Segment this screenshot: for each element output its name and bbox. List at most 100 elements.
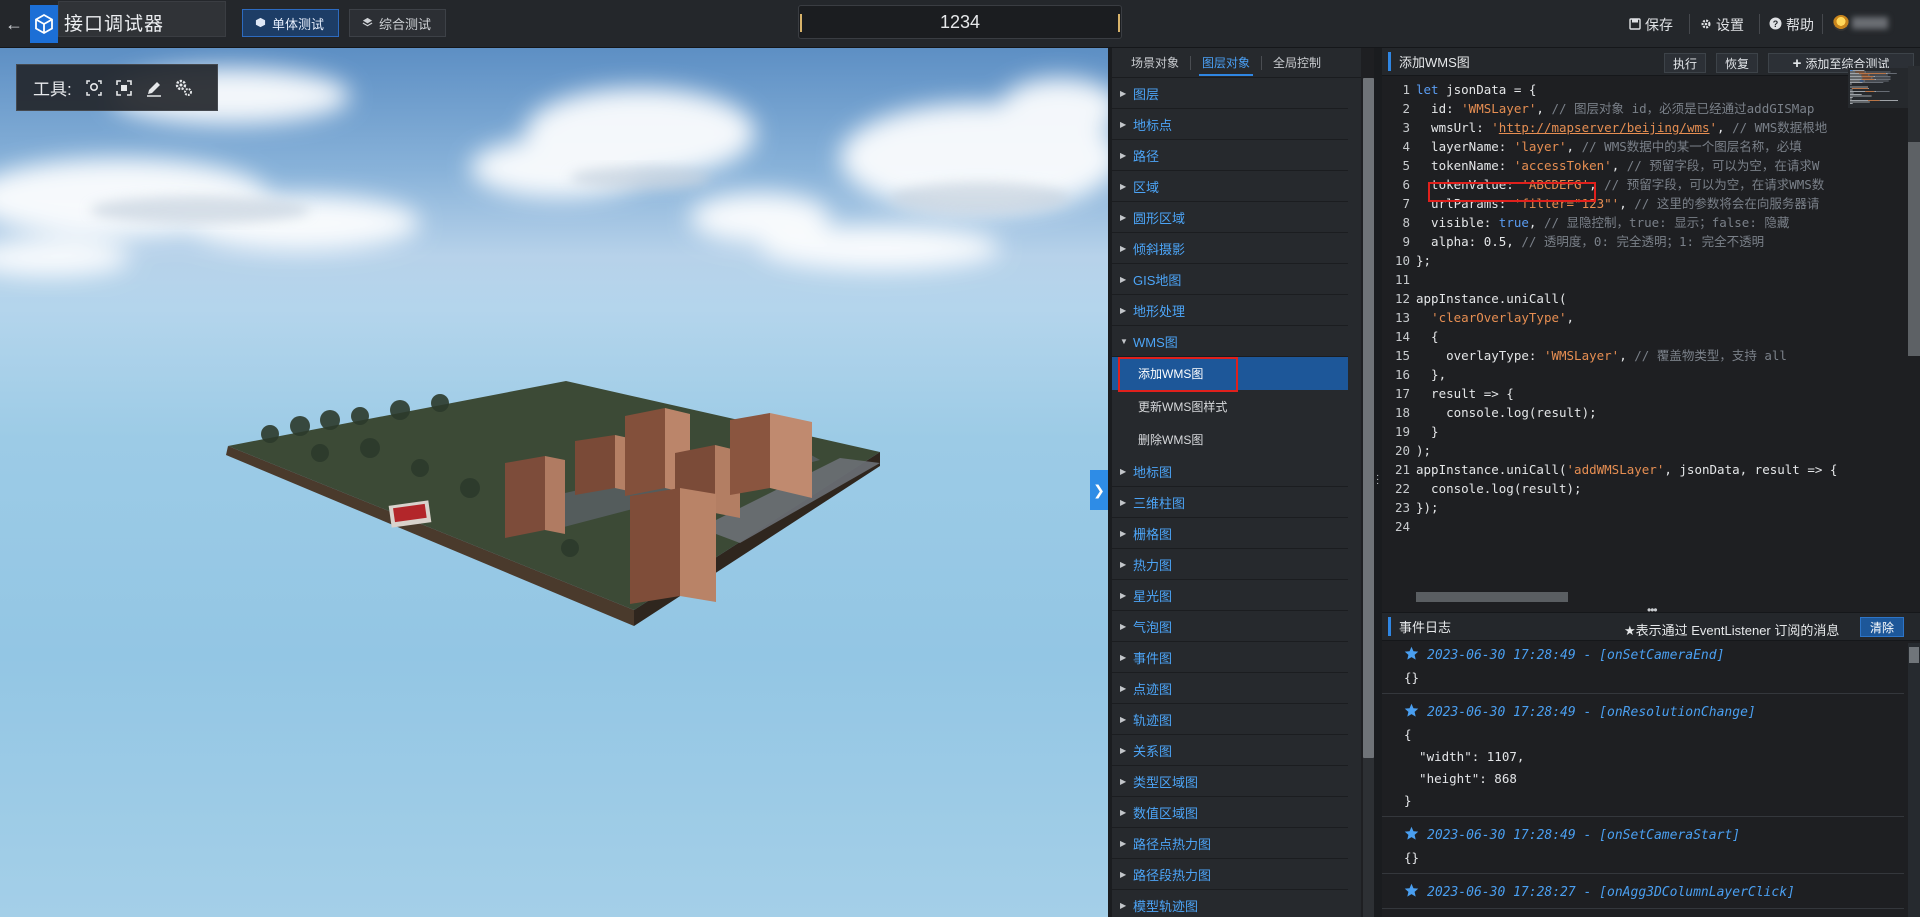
user-avatar[interactable] bbox=[1833, 15, 1849, 31]
minimap-mark bbox=[1850, 77, 1863, 79]
settings-gear-icon[interactable] bbox=[174, 78, 194, 98]
code-horizontal-scrollbar[interactable] bbox=[1416, 592, 1568, 602]
tree-item[interactable]: ▶ 图层 bbox=[1112, 78, 1348, 109]
minimap-mark bbox=[1850, 100, 1868, 101]
code-line[interactable]: 1 let jsonData = { bbox=[1382, 80, 1852, 99]
minimap-mark bbox=[1850, 73, 1859, 74]
caret-right-icon: ▶ bbox=[1120, 466, 1127, 476]
code-line[interactable]: 4 layerName: 'layer', // WMS数据中的某一个图层名称，… bbox=[1382, 137, 1852, 156]
clear-log-button[interactable]: 清除 bbox=[1860, 617, 1904, 637]
tree-item[interactable]: ▶ 路径 bbox=[1112, 140, 1348, 171]
tree-scrollbar-thumb[interactable] bbox=[1363, 78, 1374, 758]
code-line[interactable]: 24 bbox=[1382, 517, 1852, 536]
tree-item[interactable]: ▶ 地标点 bbox=[1112, 109, 1348, 140]
code-text: result => { bbox=[1416, 384, 1514, 403]
tree-item[interactable]: ▶ 事件图 bbox=[1112, 642, 1348, 673]
tree-item[interactable]: ▶ 路径段热力图 bbox=[1112, 859, 1348, 890]
tree-item[interactable]: ▶ 点迹图 bbox=[1112, 673, 1348, 704]
star-icon bbox=[1404, 826, 1419, 845]
tree-item[interactable]: ▶ 三维柱图 bbox=[1112, 487, 1348, 518]
tree-item-wms[interactable]: ▼ WMS图 bbox=[1112, 326, 1348, 357]
tab-scene-objects[interactable]: 场景对象 bbox=[1120, 48, 1190, 78]
restore-button[interactable]: 恢复 bbox=[1716, 53, 1758, 73]
collapse-panel-chevron-icon[interactable]: ❯ bbox=[1090, 470, 1108, 510]
code-line[interactable]: 16 }, bbox=[1382, 365, 1852, 384]
tree-item[interactable]: ▶ 轨迹图 bbox=[1112, 704, 1348, 735]
caret-right-icon: ▶ bbox=[1120, 274, 1127, 284]
tree-sub-delete-wms[interactable]: 删除WMS图 bbox=[1112, 423, 1348, 456]
locate-icon[interactable] bbox=[84, 78, 104, 98]
back-arrow-icon[interactable]: ← bbox=[0, 0, 28, 48]
code-line[interactable]: 23}); bbox=[1382, 498, 1852, 517]
log-entry[interactable]: 2023-06-30 17:28:49 - [onSetCameraStart]… bbox=[1382, 823, 1904, 874]
app-title: 接口调试器 bbox=[64, 14, 165, 35]
tree-item[interactable]: ▶ 数值区域图 bbox=[1112, 797, 1348, 828]
code-token: // WMS数据中的某一个图层名称，必填 bbox=[1581, 139, 1802, 154]
code-line[interactable]: 11 bbox=[1382, 270, 1852, 289]
tree-item[interactable]: ▶ 气泡图 bbox=[1112, 611, 1348, 642]
code-line[interactable]: 21 appInstance.uniCall('addWMSLayer', jso… bbox=[1382, 460, 1852, 479]
tree-item[interactable]: ▶ 热力图 bbox=[1112, 549, 1348, 580]
code-line[interactable]: 19 } bbox=[1382, 422, 1852, 441]
code-minimap[interactable] bbox=[1848, 68, 1908, 108]
code-token: id: bbox=[1416, 101, 1462, 116]
code-line[interactable]: 14 { bbox=[1382, 327, 1852, 346]
code-line[interactable]: 2 id: 'WMSLayer', // 图层对象 id，必须是已经通过addG… bbox=[1382, 99, 1852, 118]
single-test-button[interactable]: 单体测试 bbox=[242, 9, 339, 37]
pen-icon[interactable] bbox=[144, 78, 164, 98]
code-line[interactable]: 17 result => { bbox=[1382, 384, 1852, 403]
log-entry[interactable]: 2023-06-30 17:28:49 - [onResolutionChang… bbox=[1382, 700, 1904, 817]
help-icon: ? bbox=[1769, 17, 1782, 33]
code-editor[interactable]: 1 let jsonData = {2 id: 'WMSLayer', // 图层… bbox=[1382, 78, 1920, 612]
tab-layer-objects[interactable]: 图层对象 bbox=[1191, 48, 1261, 78]
log-scrollbar[interactable] bbox=[1908, 643, 1920, 917]
tree-item[interactable]: ▶ 地标图 bbox=[1112, 456, 1348, 487]
frame-select-icon[interactable] bbox=[114, 78, 134, 98]
tree-item[interactable]: ▶ 星光图 bbox=[1112, 580, 1348, 611]
code-line[interactable]: 12 appInstance.uniCall( bbox=[1382, 289, 1852, 308]
line-number: 20 bbox=[1394, 443, 1410, 458]
tree-sub-update-wms[interactable]: 更新WMS图样式 bbox=[1112, 390, 1348, 423]
code-line[interactable]: 13 'clearOverlayType', bbox=[1382, 308, 1852, 327]
code-line[interactable]: 10}; bbox=[1382, 251, 1852, 270]
3d-viewport[interactable]: 工具: ❯ bbox=[0, 48, 1108, 917]
caret-right-icon: ▶ bbox=[1120, 559, 1127, 569]
tree-item[interactable]: ▶ GIS地图 bbox=[1112, 264, 1348, 295]
caret-right-icon: ▶ bbox=[1120, 305, 1127, 315]
tree-item[interactable]: ▶ 模型轨迹图 bbox=[1112, 890, 1348, 917]
help-button[interactable]: ? 帮助 bbox=[1769, 15, 1814, 35]
code-line[interactable]: 15 overlayType: 'WMSLayer', // 覆盖物类型，支持 … bbox=[1382, 346, 1852, 365]
code-line[interactable]: 5 tokenName: 'accessToken', // 预留字段，可以为空… bbox=[1382, 156, 1852, 175]
tree-item[interactable]: ▶ 区域 bbox=[1112, 171, 1348, 202]
tree-item-label: 圆形区域 bbox=[1133, 210, 1186, 226]
log-scrollbar-thumb[interactable] bbox=[1909, 647, 1919, 663]
log-entry[interactable]: 2023-06-30 17:28:27 - [onAgg3DColumnLaye… bbox=[1382, 880, 1904, 909]
tree-item[interactable]: ▶ 圆形区域 bbox=[1112, 202, 1348, 233]
code-line[interactable]: 22 console.log(result); bbox=[1382, 479, 1852, 498]
code-line[interactable]: 3 wmsUrl: 'http://mapserver/beijing/wms'… bbox=[1382, 118, 1852, 137]
run-button[interactable]: 执行 bbox=[1664, 53, 1706, 73]
scene-title-input[interactable]: 1234 bbox=[798, 5, 1122, 39]
code-scrollbar-thumb[interactable] bbox=[1908, 142, 1920, 356]
tree-item[interactable]: ▶ 栅格图 bbox=[1112, 518, 1348, 549]
code-line[interactable]: 18 console.log(result); bbox=[1382, 403, 1852, 422]
tree-item[interactable]: ▶ 类型区域图 bbox=[1112, 766, 1348, 797]
save-button[interactable]: 保存 bbox=[1629, 15, 1673, 35]
tree-item[interactable]: ▶ 地形处理 bbox=[1112, 295, 1348, 326]
tree-item[interactable]: ▶ 关系图 bbox=[1112, 735, 1348, 766]
city-model[interactable] bbox=[0, 48, 1108, 917]
combined-test-button[interactable]: 综合测试 bbox=[349, 9, 446, 37]
tree-item[interactable]: ▶ 倾斜摄影 bbox=[1112, 233, 1348, 264]
code-line[interactable]: 8 visible: true, // 显隐控制，true: 显示；false:… bbox=[1382, 213, 1852, 232]
settings-button[interactable]: 设置 bbox=[1700, 15, 1744, 35]
code-token: alpha: 0.5, bbox=[1416, 234, 1522, 249]
tree-item[interactable]: ▶ 路径点热力图 bbox=[1112, 828, 1348, 859]
log-list[interactable]: 2023-06-30 17:28:49 - [onSetCameraEnd] {}… bbox=[1382, 643, 1904, 917]
splitter-grip-icon[interactable]: · · · bbox=[1376, 471, 1379, 489]
minimap-mark bbox=[1850, 74, 1862, 76]
code-line[interactable]: 9 alpha: 0.5, // 透明度，0: 完全透明；1: 完全不透明 bbox=[1382, 232, 1852, 251]
code-line[interactable]: 20); bbox=[1382, 441, 1852, 460]
log-entry[interactable]: 2023-06-30 17:28:49 - [onSetCameraEnd] {} bbox=[1382, 643, 1904, 694]
tab-global-control[interactable]: 全局控制 bbox=[1262, 48, 1332, 78]
